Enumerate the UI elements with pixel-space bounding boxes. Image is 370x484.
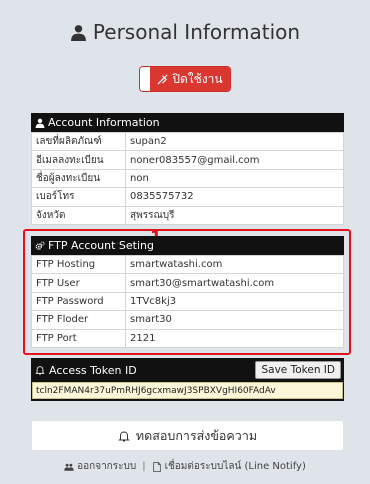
test-message-button[interactable]: ทดสอบการส่งข้อความ <box>31 420 344 451</box>
row-label: FTP User <box>31 273 126 293</box>
test-message-label: ทดสอบการส่งข้อความ <box>135 427 258 443</box>
account-info-table: เลขที่ผลิตภัณฑ์ supan2 อีเมลลงทะเบียน none… <box>31 131 344 225</box>
bell-icon <box>35 366 45 375</box>
line-notify-label: เชื่อมต่อระบบไลน์ (Line Notify) <box>164 461 306 472</box>
cogs-icon <box>35 240 45 250</box>
access-token-title: Access Token ID <box>49 363 137 377</box>
row-label: FTP Floder <box>31 310 126 330</box>
table-row: ชื่อผู้ลงทะเบียน non <box>31 168 344 189</box>
page-title-text: Personal Information <box>92 20 301 44</box>
row-value: smart30 <box>125 310 344 330</box>
line-notify-link[interactable]: เชื่อมต่อระบบไลน์ (Line Notify) <box>152 459 306 474</box>
file-icon <box>152 461 161 472</box>
disable-toggle-button[interactable]: ปิดใช้งาน <box>139 66 231 92</box>
users-icon <box>64 463 74 471</box>
user-icon <box>70 24 86 41</box>
row-label: FTP Password <box>31 291 126 312</box>
row-value: สุพรรณบุรี <box>125 205 344 225</box>
ftp-account-header: FTP Account Seting <box>31 236 344 255</box>
save-token-button[interactable]: Save Token ID <box>255 361 341 379</box>
table-row: FTP Password 1TVc8kj3 <box>31 291 344 312</box>
row-label: จังหวัด <box>31 205 126 225</box>
token-input[interactable]: tcln2FMAN4r37uPmRHJ6gcxmawJ3SPBXVgHI60FA… <box>32 382 343 399</box>
account-info-title: Account Information <box>48 116 160 129</box>
ftp-account-card: FTP Account Seting FTP Hosting smartwatas… <box>31 236 344 348</box>
row-value: smart30@smartwatashi.com <box>125 273 344 293</box>
footer: ออกจากระบบ | เชื่อมต่อระบบไลน์ (Line Not… <box>0 459 370 474</box>
logout-label: ออกจากระบบ <box>77 461 137 472</box>
row-value: supan2 <box>125 131 344 152</box>
row-label: FTP Port <box>31 328 126 348</box>
ftp-account-title: FTP Account Seting <box>48 239 154 252</box>
row-value: smartwatashi.com <box>125 254 344 275</box>
ftp-account-table: FTP Hosting smartwatashi.com FTP User smar… <box>31 254 344 348</box>
row-label: อีเมลลงทะเบียน <box>31 150 126 170</box>
account-info-card: Account Information เลขที่ผลิตภัณฑ์ supan… <box>31 113 344 225</box>
row-label: เบอร์โทร <box>31 187 126 207</box>
logout-link[interactable]: ออกจากระบบ <box>64 459 136 474</box>
row-value: non <box>125 168 344 189</box>
table-row: เลขที่ผลิตภัณฑ์ supan2 <box>31 131 344 152</box>
row-label: เลขที่ผลิตภัณฑ์ <box>31 131 126 152</box>
row-value: 1TVc8kj3 <box>125 291 344 312</box>
row-label: FTP Hosting <box>31 254 126 275</box>
bell-icon <box>118 430 130 441</box>
row-value: 2121 <box>125 328 344 348</box>
access-token-header: Access Token ID Save Token ID <box>31 358 344 382</box>
table-row: จังหวัด สุพรรณบุรี <box>31 205 344 225</box>
table-row: เบอร์โทร 0835575732 <box>31 187 344 207</box>
table-row: FTP Port 2121 <box>31 328 344 348</box>
table-row: FTP Floder smart30 <box>31 310 344 330</box>
toggle-label-text: ปิดใช้งาน <box>172 71 223 86</box>
account-info-header: Account Information <box>31 113 344 132</box>
row-label: ชื่อผู้ลงทะเบียน <box>31 168 126 189</box>
row-value: 0835575732 <box>125 187 344 207</box>
row-value: noner083557@gmail.com <box>125 150 344 170</box>
slash-icon <box>157 73 168 85</box>
table-row: FTP User smart30@smartwatashi.com <box>31 273 344 293</box>
user-icon <box>35 118 45 128</box>
toggle-knob <box>140 67 150 91</box>
table-row: FTP Hosting smartwatashi.com <box>31 254 344 275</box>
toggle-label: ปิดใช้งาน <box>150 67 230 91</box>
page-title: Personal Information <box>0 20 370 44</box>
table-row: อีเมลลงทะเบียน noner083557@gmail.com <box>31 150 344 170</box>
access-token-card: Access Token ID Save Token ID tcln2FMAN4… <box>31 358 344 401</box>
footer-separator: | <box>142 461 146 472</box>
